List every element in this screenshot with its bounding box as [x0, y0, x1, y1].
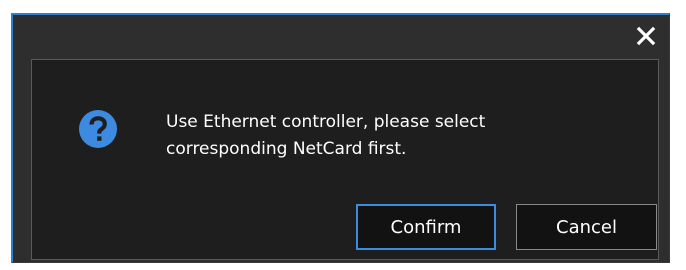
- cancel-button[interactable]: Cancel: [516, 204, 657, 250]
- close-button[interactable]: [631, 21, 661, 51]
- question-icon: [79, 110, 117, 148]
- dialog-title-bar[interactable]: [13, 15, 669, 59]
- message-line: Use Ethernet controller, please select: [166, 112, 486, 132]
- close-icon: [636, 26, 656, 46]
- confirm-button[interactable]: Confirm: [356, 204, 496, 250]
- netcard-dialog: Use Ethernet controller, please select c…: [11, 13, 670, 263]
- dialog-message: Use Ethernet controller, please select c…: [166, 109, 636, 163]
- dialog-content: Use Ethernet controller, please select c…: [31, 59, 659, 260]
- message-line: corresponding NetCard first.: [166, 139, 407, 159]
